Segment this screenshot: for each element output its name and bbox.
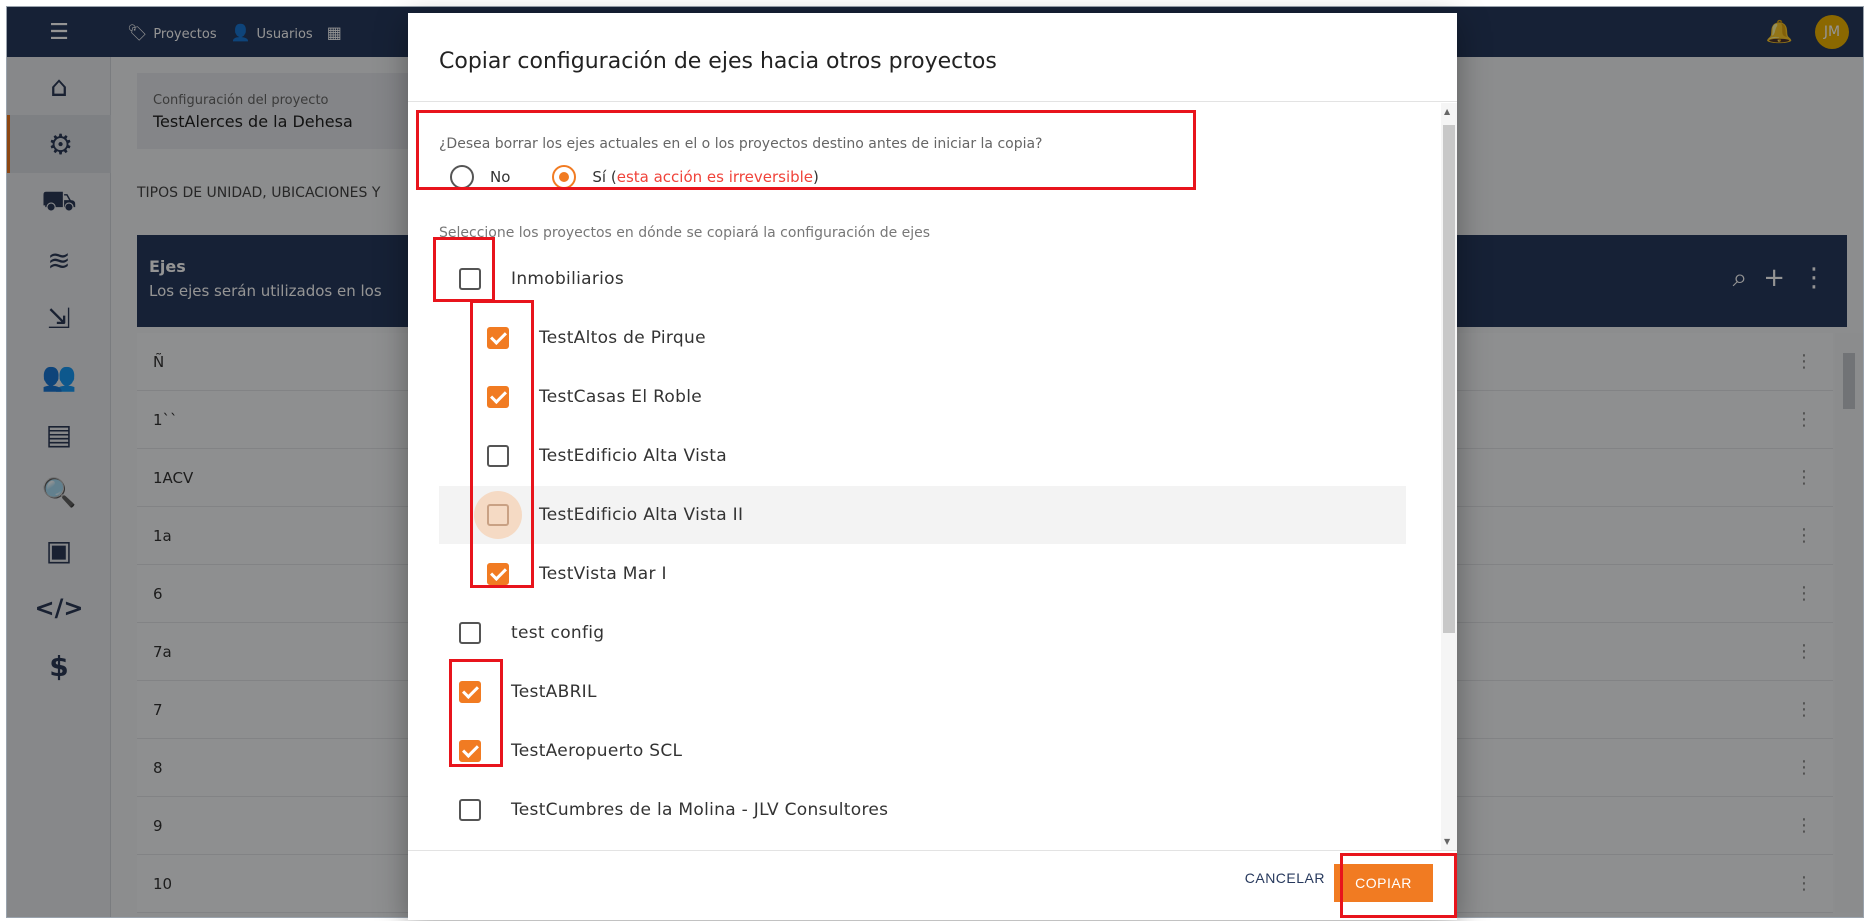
- annotation-box-copy-button: [1340, 853, 1457, 918]
- project-item[interactable]: TestABRIL: [439, 663, 1406, 721]
- annotation-box-child-checkboxes: [470, 300, 534, 588]
- dialog-scrollbar[interactable]: ▲ ▼: [1441, 103, 1457, 850]
- scroll-down-icon[interactable]: ▼: [1444, 837, 1450, 846]
- cancel-button[interactable]: CANCELAR: [1245, 870, 1325, 886]
- project-item[interactable]: TestAltos de Pirque: [439, 309, 1406, 367]
- project-checkbox[interactable]: [459, 622, 481, 644]
- project-group-inmobiliarios[interactable]: Inmobiliarios: [439, 250, 1406, 308]
- project-item-partial[interactable]: [439, 840, 1406, 850]
- project-item[interactable]: test config: [439, 604, 1406, 662]
- project-checkbox[interactable]: [459, 799, 481, 821]
- projects-helper-text: Seleccione los proyectos en dónde se cop…: [439, 225, 931, 241]
- scroll-up-icon[interactable]: ▲: [1444, 107, 1450, 116]
- dialog-content: ¿Desea borrar los ejes actuales en el o …: [408, 103, 1441, 850]
- project-item[interactable]: TestAeropuerto SCL: [439, 722, 1406, 780]
- annotation-box-other-checkboxes: [449, 659, 503, 767]
- annotation-box-group-checkbox: [433, 237, 495, 302]
- dialog-actions: CANCELAR COPIAR: [408, 850, 1457, 920]
- project-item[interactable]: TestCasas El Roble: [439, 368, 1406, 426]
- dialog-title: Copiar configuración de ejes hacia otros…: [439, 49, 997, 74]
- project-item[interactable]: TestEdificio Alta Vista: [439, 427, 1406, 485]
- project-item[interactable]: TestEdificio Alta Vista II: [439, 486, 1406, 544]
- project-item[interactable]: TestVista Mar I: [439, 545, 1406, 603]
- project-item[interactable]: TestCumbres de la Molina - JLV Consultor…: [439, 781, 1406, 839]
- annotation-box-delete-option: [416, 110, 1196, 190]
- dialog-scrollbar-thumb[interactable]: [1443, 125, 1455, 633]
- divider: [408, 101, 1457, 102]
